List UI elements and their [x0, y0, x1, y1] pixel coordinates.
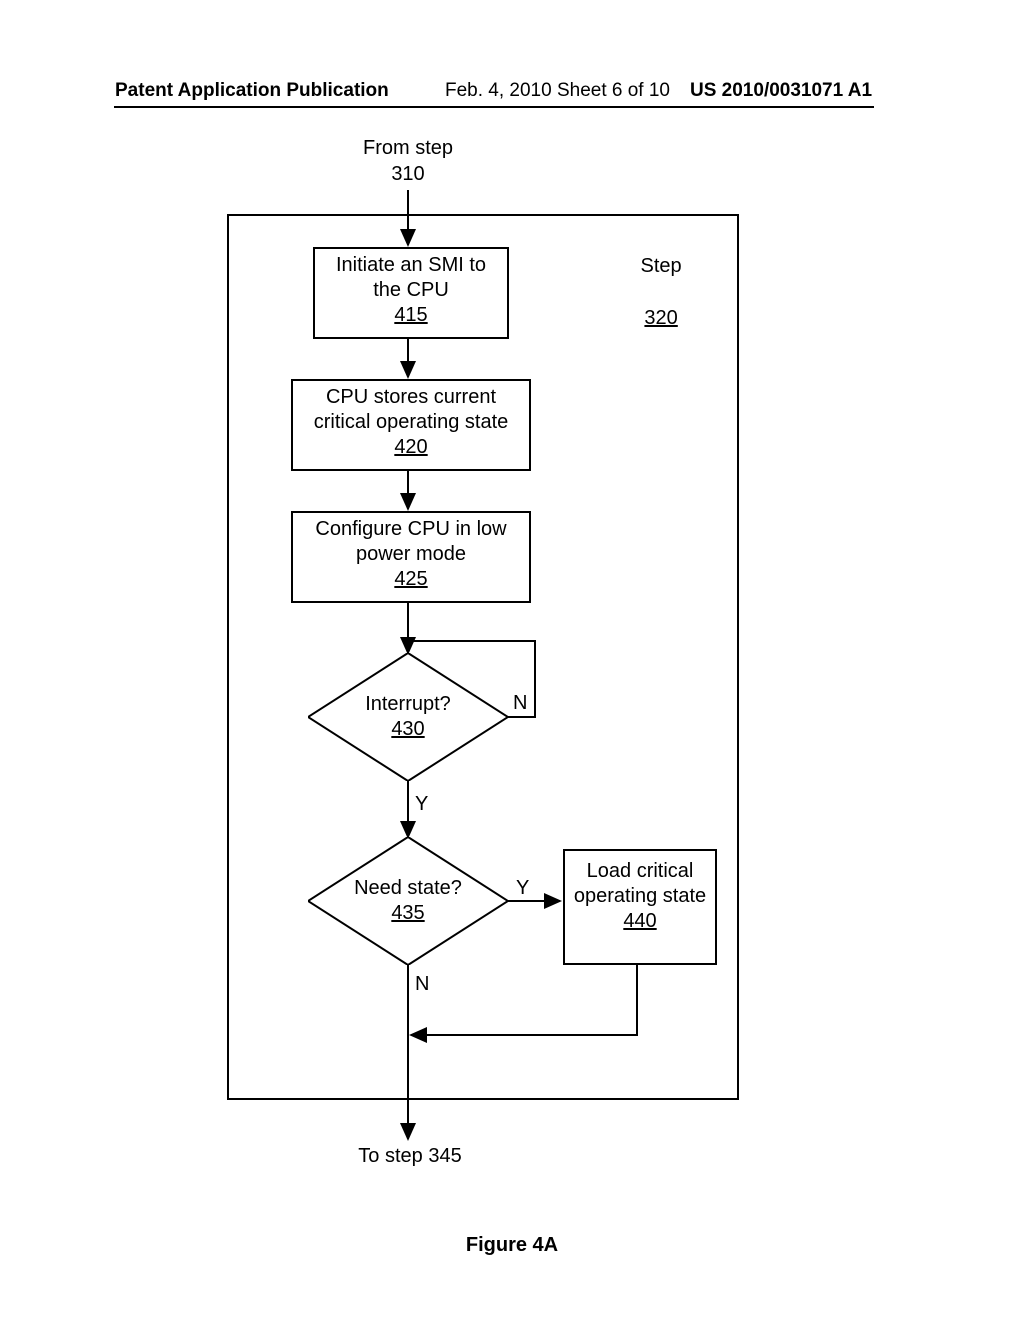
diamond-430-ref: 430	[391, 718, 424, 740]
box-440-ref: 440	[623, 910, 656, 932]
box-425-low-power: Configure CPU in low power mode 425	[291, 511, 531, 603]
figure-caption: Figure 4A	[0, 1234, 1024, 1257]
box-420-text: CPU stores current critical operating st…	[314, 386, 509, 433]
step-label-ref: 320	[644, 307, 677, 329]
box-415-initiate-smi: Initiate an SMI to the CPU 415	[313, 247, 509, 339]
diamond-430-interrupt: Interrupt? 430	[308, 653, 508, 781]
label-to-step: To step 345	[350, 1143, 470, 1169]
box-440-text: Load critical operating state	[574, 860, 706, 907]
box-425-text: Configure CPU in low power mode	[315, 518, 506, 565]
box-415-text: Initiate an SMI to the CPU	[336, 254, 486, 301]
header-date-sheet: Feb. 4, 2010 Sheet 6 of 10	[445, 80, 670, 102]
box-415-ref: 415	[394, 304, 427, 326]
diamond-435-text: Need state?	[354, 877, 462, 899]
step-label-text: Step	[641, 255, 682, 277]
header-patent-number: US 2010/0031071 A1	[690, 80, 872, 102]
box-420-ref: 420	[394, 436, 427, 458]
header-publication: Patent Application Publication	[115, 80, 389, 102]
header-divider	[114, 106, 874, 108]
branch-430-n: N	[513, 690, 527, 716]
label-from-step: From step 310	[358, 135, 458, 187]
diamond-430-text: Interrupt?	[365, 693, 451, 715]
branch-435-n: N	[415, 971, 429, 997]
flowchart-figure-4a: From step 310 Step 320 Initiate an SMI t…	[115, 135, 875, 1195]
box-425-ref: 425	[394, 568, 427, 590]
branch-430-y: Y	[415, 791, 428, 817]
label-step-320: Step 320	[615, 227, 685, 357]
diamond-435-need-state: Need state? 435	[308, 837, 508, 965]
diamond-435-ref: 435	[391, 902, 424, 924]
branch-435-y: Y	[516, 875, 529, 901]
box-440-load-state: Load critical operating state 440	[563, 849, 717, 965]
box-420-store-state: CPU stores current critical operating st…	[291, 379, 531, 471]
